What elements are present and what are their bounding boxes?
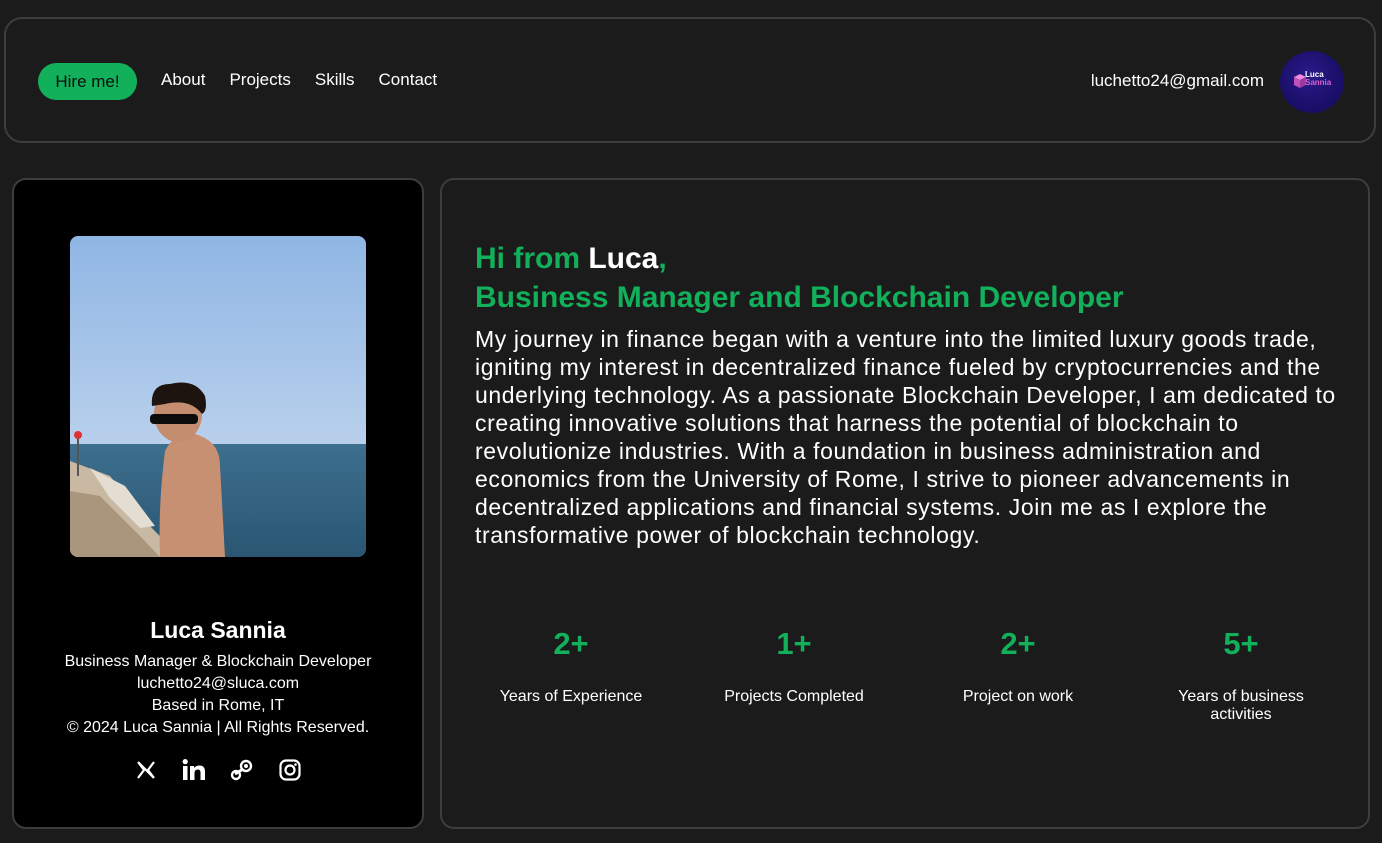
stat-item: 5+ Years of business activities: [1141, 626, 1341, 724]
profile-photo: [70, 236, 366, 557]
greeting-prefix: Hi from: [475, 242, 589, 275]
profile-role: Business Manager & Blockchain Developer: [64, 653, 372, 670]
nav-link-skills[interactable]: Skills: [315, 70, 355, 90]
nav-link-contact[interactable]: Contact: [379, 70, 438, 90]
profile-card: Luca Sannia Business Manager & Blockchai…: [12, 178, 424, 829]
profile-email-link[interactable]: luchetto24@sluca.com: [14, 675, 422, 693]
stat-label: Projects Completed: [724, 688, 864, 705]
nav-email-link[interactable]: luchetto24@gmail.com: [1091, 71, 1264, 91]
stat-item: 2+ Years of Experience: [471, 626, 671, 706]
hero-bio: My journey in finance began with a ventu…: [475, 326, 1336, 548]
greeting-suffix: ,: [658, 242, 667, 275]
greeting-name: Luca: [588, 242, 659, 275]
stat-item: 2+ Project on work: [918, 626, 1118, 706]
instagram-icon[interactable]: [278, 758, 302, 782]
stat-value: 2+: [553, 626, 589, 661]
top-navbar: Hire me! About Projects Skills Contact l…: [4, 17, 1376, 143]
stat-value: 2+: [1000, 626, 1036, 661]
nav-links: About Projects Skills Contact: [161, 70, 461, 90]
hero-subtitle: Business Manager and Blockchain Develope…: [475, 281, 1124, 314]
profile-location: Based in Rome, IT: [151, 697, 285, 714]
stat-value: 5+: [1223, 626, 1259, 661]
steam-icon[interactable]: [230, 758, 254, 782]
nav-link-projects[interactable]: Projects: [229, 70, 290, 90]
site-logo[interactable]: Luca Sannia: [1280, 51, 1344, 113]
hire-me-button[interactable]: Hire me!: [38, 63, 137, 100]
logo-text-last: Sannia: [1305, 78, 1332, 87]
profile-name: Luca Sannia: [150, 617, 286, 643]
stat-label: Project on work: [962, 688, 1074, 705]
about-card: Hi from Luca, Business Manager and Block…: [440, 178, 1370, 829]
nav-link-about[interactable]: About: [161, 70, 205, 90]
x-icon[interactable]: [134, 758, 158, 782]
hero-greeting: Hi from Luca,: [475, 242, 667, 276]
stat-item: 1+ Projects Completed: [694, 626, 894, 706]
copyright-text: © 2024 Luca Sannia | All Rights Reserved…: [66, 719, 370, 736]
stat-value: 1+: [776, 626, 812, 661]
social-links: [134, 758, 302, 782]
stat-label: Years of Experience: [499, 688, 643, 705]
linkedin-icon[interactable]: [182, 758, 206, 782]
stat-label: Years of business activities: [1178, 688, 1304, 723]
